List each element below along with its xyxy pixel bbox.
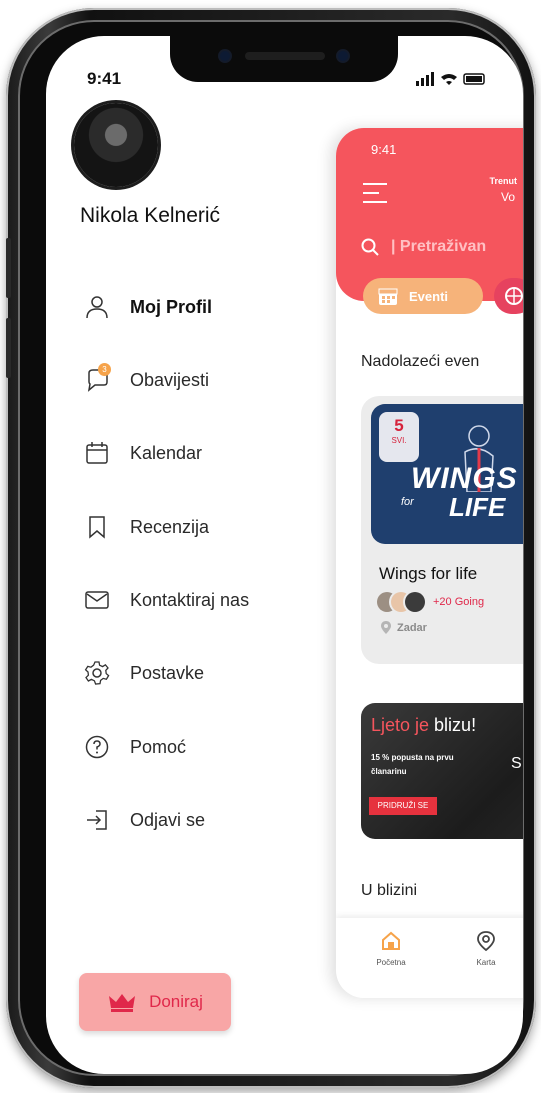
event-date-badge: 5 SVI. — [379, 412, 419, 462]
menu-item-profile[interactable]: Moj Profil — [84, 292, 212, 322]
event-image: 5 SVI. WINGS for LIFE — [371, 404, 523, 544]
promo-title: Ljeto je blizu! — [371, 715, 477, 735]
notification-badge: 3 — [98, 363, 111, 376]
notch — [170, 36, 398, 82]
hamburger-menu-icon[interactable] — [363, 183, 387, 205]
event-day: 5 — [394, 416, 404, 435]
search-icon[interactable] — [361, 238, 379, 256]
sport-filter-button[interactable] — [494, 278, 523, 314]
chat-bubble-icon: 3 — [84, 363, 111, 393]
menu-item-label: Pomoć — [130, 736, 187, 757]
promo-subtitle: 15 % popusta na prvu članarinu — [371, 753, 454, 776]
avatar[interactable] — [74, 103, 158, 187]
join-button[interactable]: PRIDRUŽI SE — [369, 797, 437, 815]
nav-home-label: Početna — [376, 958, 406, 967]
menu-item-help[interactable]: Pomoć — [84, 732, 186, 762]
status-icons — [416, 72, 485, 86]
donate-label: Doniraj — [149, 992, 203, 1011]
phone-side-button — [6, 318, 11, 378]
app-status-time: 9:41 — [371, 142, 397, 157]
phone-screen: 9:41 9:41 Trenut Vo | Pretraživan Eventi… — [46, 36, 523, 1074]
menu-item-label: Postavke — [130, 662, 205, 683]
event-image-text: WINGS — [411, 462, 518, 495]
app-header: 9:41 Trenut Vo | Pretraživan — [336, 128, 523, 301]
phone-frame: 9:41 9:41 Trenut Vo | Pretraživan Eventi… — [6, 8, 536, 1088]
logout-icon — [87, 810, 107, 830]
trending-label: Trenut — [489, 176, 517, 186]
phone-side-button — [6, 238, 11, 298]
calendar-icon — [86, 442, 108, 464]
going-count: +20 Going — [433, 596, 485, 608]
camera-dot — [220, 51, 230, 61]
user-name: Nikola Kelnerić — [80, 204, 221, 227]
crown-icon — [109, 994, 136, 1012]
eventi-filter-button[interactable]: Eventi — [363, 278, 483, 314]
event-image-text-2: LIFE — [449, 492, 506, 522]
nav-map-label: Karta — [476, 958, 496, 967]
map-pin-icon — [477, 931, 495, 952]
event-card[interactable]: 5 SVI. WINGS for LIFE Wings for life +20… — [361, 396, 523, 664]
avatar — [405, 592, 425, 612]
help-icon — [85, 735, 109, 759]
gear-icon — [84, 661, 110, 685]
bookmark-icon — [89, 516, 105, 539]
ball-icon — [505, 287, 523, 305]
status-time: 9:41 — [87, 69, 122, 88]
menu-item-label: Moj Profil — [130, 296, 212, 317]
speaker — [245, 52, 325, 60]
nav-home[interactable]: Početna — [371, 930, 411, 967]
search-input[interactable]: | Pretraživan — [391, 238, 486, 256]
eventi-label: Eventi — [409, 288, 449, 304]
trending-value: Vo — [501, 190, 516, 204]
home-icon — [382, 931, 400, 950]
promo-banner[interactable]: Ljeto je blizu! 15 % popusta na prvu čla… — [361, 703, 523, 839]
menu-item-label: Obavijesti — [130, 369, 210, 390]
sensor-dot — [338, 51, 348, 61]
event-title: Wings for life — [379, 564, 478, 583]
promo-side-letter: S — [511, 755, 522, 772]
mail-icon — [85, 591, 109, 609]
menu-item-reviews[interactable]: Recenzija — [84, 512, 209, 542]
user-icon — [86, 296, 108, 319]
menu-item-label: Odjavi se — [130, 809, 206, 830]
menu-item-notifications[interactable]: 3 Obavijesti — [84, 363, 210, 395]
menu-item-contact[interactable]: Kontaktiraj nas — [84, 585, 249, 615]
location-pin-icon — [381, 621, 391, 634]
nearby-title: U blizini — [361, 882, 418, 899]
attendee-avatars — [377, 592, 427, 614]
event-location: Zadar — [397, 622, 427, 634]
event-image-text-small: for — [401, 496, 414, 508]
menu-item-logout[interactable]: Odjavi se — [84, 805, 205, 835]
menu-item-label: Recenzija — [130, 516, 210, 537]
event-month: SVI. — [391, 436, 407, 445]
home-screen-panel[interactable]: 9:41 Trenut Vo | Pretraživan Eventi Nado… — [336, 128, 523, 998]
calendar-icon — [378, 288, 398, 305]
bottom-nav: Početna Karta — [336, 918, 523, 998]
menu-item-label: Kontaktiraj nas — [130, 589, 250, 610]
menu-item-label: Kalendar — [130, 442, 203, 463]
menu-item-settings[interactable]: Postavke — [84, 658, 204, 688]
menu-item-calendar[interactable]: Kalendar — [84, 438, 202, 468]
upcoming-events-title: Nadolazeći even — [361, 353, 480, 370]
nav-map[interactable]: Karta — [466, 930, 506, 967]
donate-button[interactable]: Doniraj — [79, 973, 231, 1031]
